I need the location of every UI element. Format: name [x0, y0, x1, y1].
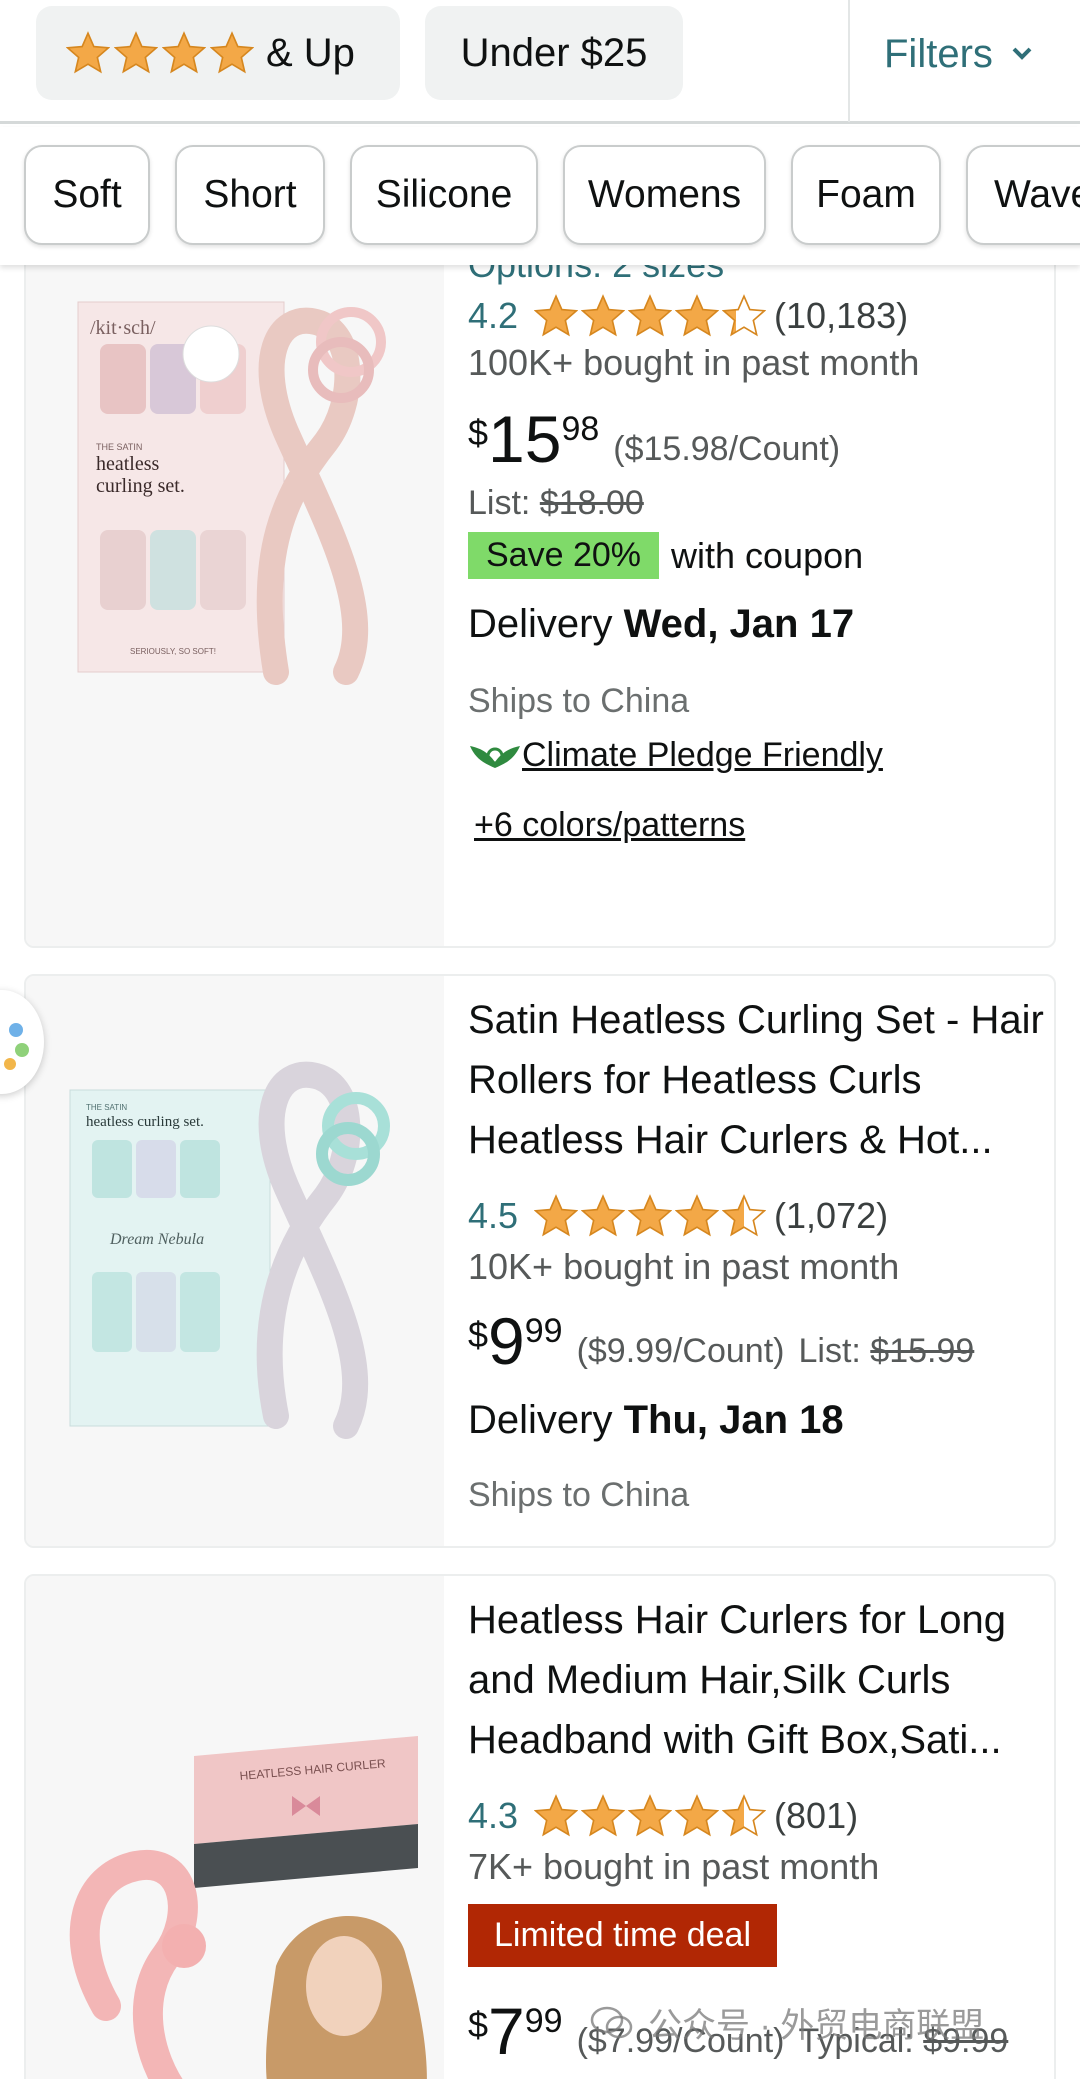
rating-value: 4.2 [468, 295, 519, 336]
svg-text:/kit·sch/: /kit·sch/ [90, 317, 156, 339]
unit-price: ($15.98/Count) [613, 429, 841, 468]
save-badge: Save 20% [468, 532, 659, 579]
rating-filter-label: & Up [266, 30, 355, 75]
chip-label: Womens [587, 173, 742, 216]
price-whole: 15 [488, 402, 562, 476]
rating-row[interactable]: 4.3 (801) [468, 1794, 858, 1838]
svg-text:curling set.: curling set. [96, 475, 185, 497]
product-card[interactable]: /kit·sch/ THE SATIN heatless curling set… [24, 190, 1056, 948]
product-title[interactable]: Satin Heatless Curling Set - Hair Roller… [468, 990, 1048, 1170]
unit-price: ($9.99/Count) [576, 1331, 785, 1370]
chip-label: Silicone [375, 173, 513, 216]
chip-short[interactable]: Short [175, 145, 325, 245]
rating-filter-chip[interactable]: & Up [36, 6, 400, 100]
watermark-text: 公众号 · 外贸电商联盟 [648, 2007, 985, 2045]
climate-row[interactable]: Climate Pledge Friendly [468, 736, 883, 775]
delivery-row: Delivery Thu, Jan 18 [468, 1398, 844, 1443]
delivery-row: Delivery Wed, Jan 17 [468, 602, 854, 647]
chip-label: Wave [994, 173, 1080, 216]
bought-text: 7K+ bought in past month [468, 1846, 880, 1887]
product-image[interactable]: THE SATIN heatless curling set. Dream Ne… [26, 976, 444, 1546]
rating-row[interactable]: 4.2 (10,183) [468, 294, 908, 338]
wechat-icon [590, 2006, 633, 2038]
rating-row[interactable]: 4.5 (1,072) [468, 1194, 888, 1238]
floating-assistant-icon[interactable] [0, 990, 44, 1094]
stars-icon [534, 294, 766, 338]
svg-text:heatless: heatless [96, 453, 160, 475]
product-card[interactable]: THE SATIN heatless curling set. Dream Ne… [24, 974, 1056, 1548]
chip-label: Foam [816, 173, 916, 216]
filters-button[interactable]: Filters [884, 24, 1033, 84]
chip-silicone[interactable]: Silicone [350, 145, 538, 245]
coupon-row[interactable]: Save 20% with coupon [468, 532, 863, 579]
chip-label: Soft [52, 173, 122, 216]
chevron-down-icon [1012, 47, 1032, 60]
watermark: 公众号 · 外贸电商联盟 [590, 1998, 984, 2047]
ships-to: Ships to China [468, 1476, 690, 1514]
refinement-chips-row: Soft Short Silicone Womens Foam Wave [0, 127, 1080, 265]
delivery-date: Thu, Jan 18 [623, 1398, 844, 1442]
price-fraction: 99 [524, 1312, 563, 1350]
price-symbol: $ [468, 2004, 489, 2045]
rating-count: (10,183) [774, 295, 909, 336]
list-price-row: List: $18.00 [468, 484, 644, 523]
svg-text:SERIOUSLY, SO SOFT!: SERIOUSLY, SO SOFT! [130, 647, 216, 656]
price-fraction: 99 [524, 2002, 563, 2040]
stars-icon [534, 1194, 766, 1238]
stars-icon [534, 1794, 766, 1838]
colors-link[interactable]: +6 colors/patterns [474, 806, 745, 845]
product-image[interactable]: HEATLESS HAIR CURLER [26, 1576, 444, 2079]
list-price: $18.00 [539, 484, 644, 522]
bought-text: 10K+ bought in past month [468, 1246, 900, 1287]
product-image[interactable]: /kit·sch/ THE SATIN heatless curling set… [26, 192, 444, 946]
chip-soft[interactable]: Soft [24, 145, 150, 245]
list-label: List: [798, 1331, 861, 1370]
price: $ 9 99 [468, 1306, 577, 1376]
limited-deal-badge: Limited time deal [468, 1904, 778, 1967]
svg-text:heatless curling set.: heatless curling set. [86, 1114, 204, 1130]
list-label: List: [468, 484, 531, 522]
price-row: $ 9 99 ($9.99/Count) List: $15.99 [468, 1306, 974, 1376]
chip-wave[interactable]: Wave [966, 145, 1080, 245]
list-price: $15.99 [870, 1331, 975, 1370]
filters-label: Filters [884, 31, 993, 76]
price: $ 7 99 [468, 1996, 577, 2066]
deal-row: Limited time deal [468, 1904, 778, 1967]
price-symbol: $ [468, 412, 489, 453]
four-stars-icon [66, 31, 254, 75]
price-row: $ 15 98 ($15.98/Count) [468, 404, 840, 474]
price-whole: 9 [488, 1304, 525, 1378]
price-filter-chip[interactable]: Under $25 [425, 6, 683, 100]
price: $ 15 98 [468, 404, 613, 474]
svg-text:THE SATIN: THE SATIN [96, 442, 142, 452]
list-price-row: List: $15.99 [798, 1332, 974, 1371]
rating-count: (1,072) [774, 1195, 889, 1236]
bought-text: 100K+ bought in past month [468, 342, 920, 383]
chip-womens[interactable]: Womens [563, 145, 766, 245]
price-symbol: $ [468, 1314, 489, 1355]
rating-value: 4.3 [468, 1795, 519, 1836]
climate-pledge-icon [470, 745, 520, 768]
divider [848, 0, 850, 122]
delivery-date: Wed, Jan 17 [623, 602, 855, 646]
svg-text:Dream Nebula: Dream Nebula [109, 1231, 204, 1248]
climate-pledge-link[interactable]: Climate Pledge Friendly [522, 736, 883, 775]
chip-label: Short [203, 173, 297, 216]
rating-count: (801) [774, 1795, 859, 1836]
product-title[interactable]: Heatless Hair Curlers for Long and Mediu… [468, 1590, 1048, 1770]
price-whole: 7 [488, 1994, 525, 2068]
price-fraction: 98 [561, 410, 600, 448]
delivery-label: Delivery [468, 602, 613, 646]
top-filter-bar: & Up Under $25 Filters [0, 0, 1080, 124]
delivery-label: Delivery [468, 1398, 613, 1442]
coupon-text: with coupon [671, 534, 864, 576]
rating-value: 4.5 [468, 1195, 519, 1236]
svg-text:THE SATIN: THE SATIN [86, 1103, 127, 1112]
ships-to: Ships to China [468, 682, 690, 720]
chip-foam[interactable]: Foam [791, 145, 941, 245]
price-filter-label: Under $25 [460, 30, 648, 75]
